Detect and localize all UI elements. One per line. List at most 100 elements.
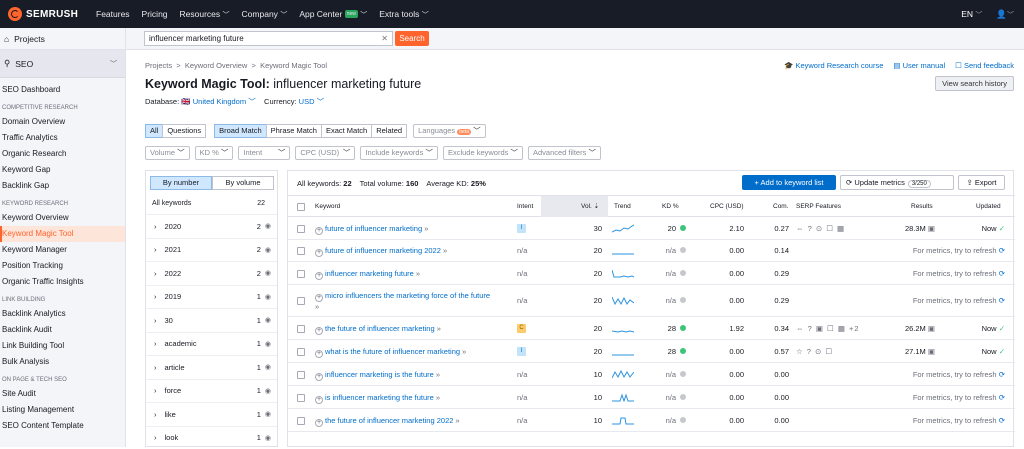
sidebar-item[interactable]: Backlink Gap [0, 178, 125, 194]
nav-app-center[interactable]: App Center new ﹀ [299, 9, 367, 20]
volume-filter[interactable]: Volume ﹀ [145, 146, 190, 160]
tab-all[interactable]: All [145, 124, 163, 138]
eye-icon[interactable]: ◉ [265, 410, 271, 418]
breadcrumb-keyword-overview[interactable]: Keyword Overview [185, 61, 248, 70]
table-row[interactable]: +influencer marketing is the future »n/a… [288, 363, 1015, 386]
sidebar-item[interactable]: SEO Content Template [0, 418, 125, 434]
eye-icon[interactable]: ◉ [265, 269, 271, 277]
course-link[interactable]: 🎓 Keyword Research course [784, 61, 883, 70]
eye-icon[interactable]: ◉ [265, 434, 271, 442]
updated-status[interactable]: Now ✓ [982, 324, 1005, 333]
eye-icon[interactable]: ◉ [265, 340, 271, 348]
sidebar-seo-toggle[interactable]: ⚲SEO﹀ [0, 50, 125, 78]
eye-icon[interactable]: ◉ [265, 363, 271, 371]
sidebar-projects[interactable]: ⌂Projects [0, 28, 125, 50]
nav-company[interactable]: Company ﹀ [242, 9, 288, 20]
update-metrics-button[interactable]: ⟳ Update metrics3/250 [840, 175, 954, 190]
keyword-link[interactable]: +influencer marketing is the future » [315, 370, 495, 381]
sidebar-item[interactable]: Site Audit [0, 386, 125, 402]
kd-filter[interactable]: KD % ﹀ [195, 146, 234, 160]
table-row[interactable]: +future of influencer marketing »I30202.… [288, 217, 1015, 240]
table-row[interactable]: +what is the future of influencer market… [288, 340, 1015, 363]
tab-related[interactable]: Related [371, 124, 407, 138]
sidebar-item[interactable]: Keyword Manager [0, 242, 125, 258]
row-checkbox[interactable] [297, 394, 305, 402]
keyword-link[interactable]: +the future of influencer marketing » [315, 324, 495, 335]
group-row[interactable]: ›20222◉ [146, 261, 277, 285]
row-checkbox[interactable] [297, 325, 305, 333]
updated-status[interactable]: For metrics, try to refresh ⟳ [913, 370, 1005, 379]
sidebar-item[interactable]: SEO Dashboard [0, 82, 125, 98]
user-menu[interactable]: 👤﹀ [996, 9, 1014, 20]
updated-status[interactable]: For metrics, try to refresh ⟳ [913, 269, 1005, 278]
user-manual-link[interactable]: ▤ User manual [893, 61, 945, 70]
database-selector[interactable]: United Kingdom [193, 97, 246, 106]
updated-status[interactable]: Now ✓ [982, 224, 1005, 233]
clear-icon[interactable]: ✕ [381, 32, 388, 45]
serp-features[interactable]: ⇔ ? ⊙ ☐ ▦ [796, 224, 845, 233]
serp-features[interactable]: ⇔ ? ▣ ☐ ▦ +2 [796, 324, 860, 333]
updated-status[interactable]: For metrics, try to refresh ⟳ [913, 246, 1005, 255]
sidebar-item[interactable]: Keyword Gap [0, 162, 125, 178]
nav-pricing[interactable]: Pricing [142, 9, 168, 20]
tab-broad-match[interactable]: Broad Match [214, 124, 267, 138]
group-row[interactable]: ›20202◉ [146, 214, 277, 238]
currency-selector[interactable]: USD [299, 97, 315, 106]
group-row[interactable]: ›20191◉ [146, 285, 277, 309]
keyword-link[interactable]: +what is the future of influencer market… [315, 347, 495, 358]
view-search-history-button[interactable]: View search history [935, 76, 1014, 91]
nav-features[interactable]: Features [96, 9, 130, 20]
export-button[interactable]: ⇪ Export [958, 175, 1005, 190]
eye-icon[interactable]: ◉ [265, 316, 271, 324]
search-button[interactable]: Search [395, 31, 429, 46]
keyword-link[interactable]: +future of influencer marketing 2022 » [315, 246, 495, 257]
keyword-link[interactable]: +future of influencer marketing » [315, 224, 495, 235]
updated-status[interactable]: Now ✓ [982, 347, 1005, 356]
group-row[interactable]: ›academic1◉ [146, 332, 277, 356]
table-row[interactable]: +micro influencers the marketing force o… [288, 285, 1015, 317]
semrush-logo[interactable]: SEMRUSH [0, 7, 96, 21]
sidebar-item[interactable]: Domain Overview [0, 114, 125, 130]
keyword-link[interactable]: +influencer marketing future » [315, 269, 495, 280]
group-row[interactable]: ›like1◉ [146, 402, 277, 426]
sidebar-item[interactable]: Position Tracking [0, 258, 125, 274]
tab-phrase-match[interactable]: Phrase Match [266, 124, 322, 138]
group-row[interactable]: ›20212◉ [146, 238, 277, 262]
sidebar-item[interactable]: Listing Management [0, 402, 125, 418]
tab-questions[interactable]: Questions [162, 124, 206, 138]
tab-exact-match[interactable]: Exact Match [321, 124, 372, 138]
sidebar-item[interactable]: Traffic Analytics [0, 130, 125, 146]
vol-column-sorted[interactable]: Vol. ⇣ [541, 196, 608, 217]
updated-status[interactable]: For metrics, try to refresh ⟳ [913, 416, 1005, 425]
exclude-keywords-filter[interactable]: Exclude keywords ﹀ [443, 146, 523, 160]
advanced-filters[interactable]: Advanced filters ﹀ [528, 146, 601, 160]
keyword-link[interactable]: +is influencer marketing the future » [315, 393, 495, 404]
row-checkbox[interactable] [297, 371, 305, 379]
serp-features[interactable]: ☆ ? ⊙ ☐ [796, 347, 833, 356]
row-checkbox[interactable] [297, 348, 305, 356]
table-row[interactable]: +the future of influencer marketing »C20… [288, 317, 1015, 340]
group-row[interactable]: ›article1◉ [146, 355, 277, 379]
sidebar-item[interactable]: Organic Research [0, 146, 125, 162]
language-selector[interactable]: EN ﹀ [961, 9, 982, 20]
keyword-link[interactable]: +the future of influencer marketing 2022… [315, 416, 495, 427]
select-all-checkbox[interactable] [297, 203, 305, 211]
intent-filter[interactable]: Intent ﹀ [238, 146, 290, 160]
group-row[interactable]: ›look1◉ [146, 426, 277, 449]
row-checkbox[interactable] [297, 270, 305, 278]
sidebar-item[interactable]: Organic Traffic Insights [0, 274, 125, 290]
group-row[interactable]: ›force1◉ [146, 379, 277, 403]
row-checkbox[interactable] [297, 247, 305, 255]
table-row[interactable]: +is influencer marketing the future »n/a… [288, 386, 1015, 409]
row-checkbox[interactable] [297, 297, 305, 305]
nav-resources[interactable]: Resources ﹀ [180, 9, 230, 20]
search-input[interactable]: influencer marketing future✕ [144, 31, 393, 46]
eye-icon[interactable]: ◉ [265, 246, 271, 254]
nav-extra-tools[interactable]: Extra tools ﹀ [379, 9, 429, 20]
table-row[interactable]: +influencer marketing future »n/a20n/a0.… [288, 262, 1015, 285]
table-row[interactable]: +the future of influencer marketing 2022… [288, 409, 1015, 432]
include-keywords-filter[interactable]: Include keywords ﹀ [360, 146, 438, 160]
sidebar-item[interactable]: Backlink Audit [0, 322, 125, 338]
table-row[interactable]: +future of influencer marketing 2022 »n/… [288, 240, 1015, 262]
sidebar-item[interactable]: Keyword Magic Tool [0, 226, 125, 242]
